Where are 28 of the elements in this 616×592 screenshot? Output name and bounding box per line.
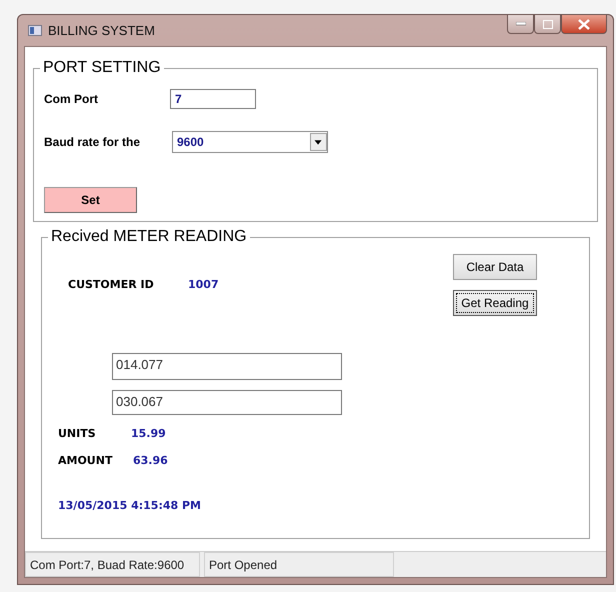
app-icon [28, 25, 42, 36]
units-label: UNITS [58, 427, 97, 440]
timestamp: 13/05/2015 4:15:48 PM [58, 499, 201, 512]
minimize-button[interactable] [507, 14, 534, 34]
get-reading-button[interactable]: Get Reading [453, 290, 537, 316]
reading-field[interactable]: 030.067 [112, 390, 342, 415]
group-title: Recived METER READING [50, 228, 248, 246]
com-port-field[interactable]: 7 [170, 89, 256, 109]
set-button[interactable]: Set [44, 187, 137, 213]
units-value: 15.99 [131, 427, 166, 440]
status-pane: Port Opened [204, 552, 394, 577]
maximize-icon [542, 20, 552, 28]
close-icon [578, 18, 590, 30]
com-port-label: Com Port [44, 92, 99, 106]
close-button[interactable] [561, 14, 607, 34]
maximize-button[interactable] [534, 14, 561, 34]
minimize-icon [516, 22, 526, 26]
customer-id-value: 1007 [188, 278, 219, 291]
baud-rate-dropdown[interactable]: 9600 [172, 131, 328, 153]
status-pane: Com Port:7, Buad Rate:9600 [25, 552, 200, 577]
amount-label: AMOUNT [58, 454, 114, 467]
customer-id-label: CUSTOMER ID [68, 278, 155, 291]
window-title: BILLING SYSTEM [48, 23, 156, 38]
baud-rate-label: Baud rate for the [44, 135, 142, 149]
reading-field[interactable]: 014.077 [112, 353, 342, 380]
group-title: PORT SETTING [42, 59, 162, 77]
clear-data-button[interactable]: Clear Data [453, 254, 537, 280]
amount-value: 63.96 [133, 454, 168, 467]
